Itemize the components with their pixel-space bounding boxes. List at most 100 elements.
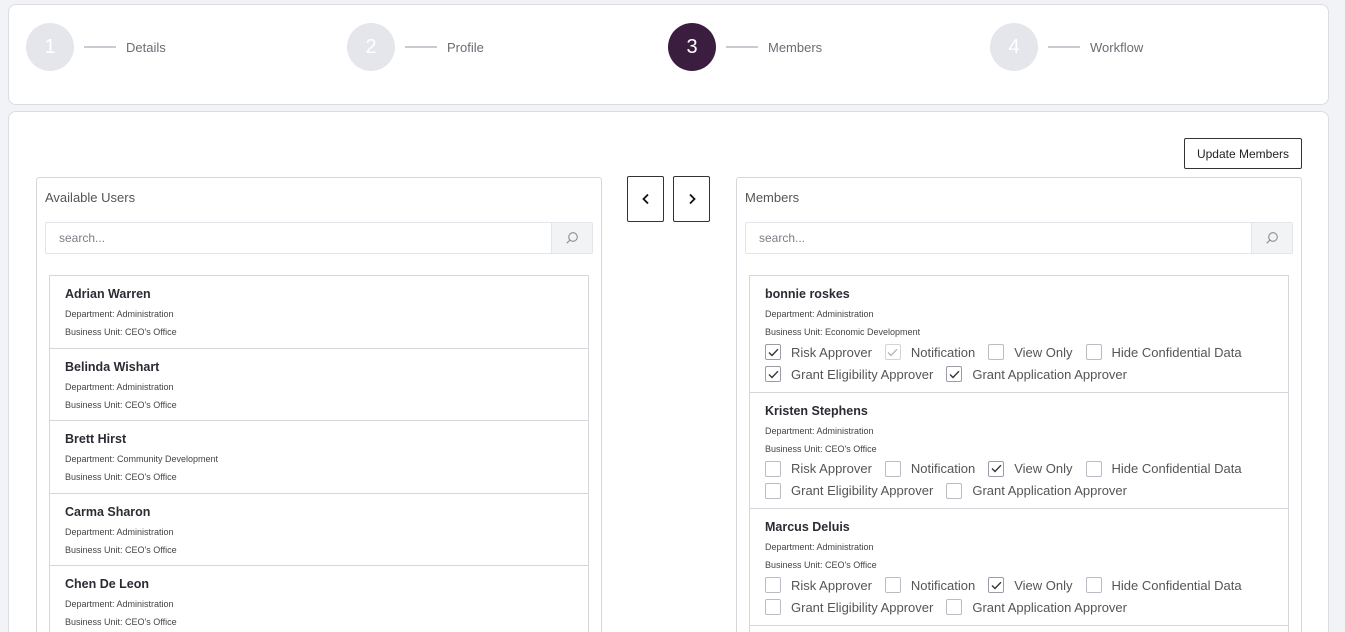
permission-row: Grant Eligibility Approver Grant Applicat…: [765, 596, 1273, 618]
permission-notification[interactable]: Notification: [884, 577, 976, 593]
permission-checkbox: [884, 344, 901, 360]
search-icon: [1266, 232, 1278, 244]
search-button[interactable]: [551, 223, 592, 253]
permission-checkbox[interactable]: [884, 577, 901, 593]
permission-row: Risk Approver Notification View Only Hide C…: [765, 458, 1273, 480]
step-members[interactable]: 3 Members: [668, 23, 822, 71]
list-item[interactable]: Marcus Deluis Department: Administration B…: [750, 509, 1288, 626]
permission-label: Grant Eligibility Approver: [791, 483, 934, 498]
check-icon: [768, 348, 779, 357]
permission-checkbox[interactable]: [946, 482, 963, 499]
member-department: Department: Administration: [765, 309, 874, 319]
list-item[interactable]: Adrian Warren Department: Administration…: [50, 276, 588, 349]
list-item[interactable]: Chen De Leon Department: Administration …: [50, 566, 588, 632]
user-business-unit: Business Unit: CEO's Office: [65, 617, 177, 627]
permission-grant-application[interactable]: Grant Application Approver: [946, 599, 1127, 615]
user-department: Department: Administration: [65, 309, 174, 319]
permission-checkbox[interactable]: [765, 599, 781, 615]
permission-label: View Only: [1014, 344, 1073, 360]
move-left-button[interactable]: [627, 176, 664, 222]
permission-hide-confidential[interactable]: Hide Confidential Data: [1085, 460, 1242, 477]
user-department: Department: Administration: [65, 599, 174, 609]
permission-row: Risk Approver Notification View Only Hide C…: [765, 341, 1273, 363]
chevron-left-icon: [641, 193, 649, 205]
permission-grant-eligibility[interactable]: Grant Eligibility Approver: [765, 366, 933, 382]
permission-checkbox[interactable]: [1085, 460, 1102, 477]
user-business-unit: Business Unit: CEO's Office: [65, 472, 177, 482]
permission-label: Grant Eligibility Approver: [791, 366, 934, 382]
step-label: Profile: [447, 39, 484, 55]
permission-notification[interactable]: Notification: [884, 344, 975, 360]
permission-view-only[interactable]: View Only: [988, 344, 1073, 360]
step-number: 2: [347, 23, 395, 71]
permission-checkbox[interactable]: [988, 577, 1005, 593]
list-item[interactable]: Carma Sharon Department: Administration …: [50, 494, 588, 566]
user-name: Chen De Leon: [65, 577, 150, 591]
step-profile[interactable]: 2 Profile: [347, 23, 484, 71]
permission-checkbox[interactable]: [1085, 344, 1102, 360]
permission-checkbox[interactable]: [765, 460, 781, 477]
permission-checkbox[interactable]: [765, 577, 781, 593]
permission-view-only[interactable]: View Only: [988, 460, 1073, 477]
permission-checkbox[interactable]: [765, 482, 781, 499]
user-department: Department: Community Development: [65, 454, 219, 464]
permission-notification[interactable]: Notification: [884, 460, 976, 477]
permission-risk[interactable]: Risk Approver: [765, 460, 872, 477]
permission-grant-eligibility[interactable]: Grant Eligibility Approver: [765, 599, 933, 615]
permission-row: Risk Approver Notification View Only Hide C…: [765, 574, 1273, 596]
permission-hide-confidential[interactable]: Hide Confidential Data: [1085, 344, 1242, 360]
panel-title: Members: [745, 190, 800, 205]
permission-checkbox[interactable]: [1085, 577, 1102, 593]
member-name: Marcus Deluis: [765, 520, 850, 534]
user-name: Brett Hirst: [65, 432, 127, 446]
permission-grant-application[interactable]: Grant Application Approver: [946, 366, 1127, 382]
list-item[interactable]: Belinda Wishart Department: Administrati…: [50, 349, 588, 421]
member-name: Kristen Stephens: [765, 403, 868, 418]
move-right-button[interactable]: [673, 176, 710, 222]
members-list[interactable]: bonnie roskes Department: Administration B…: [749, 275, 1289, 632]
update-members-button[interactable]: Update Members: [1184, 138, 1302, 169]
user-business-unit: Business Unit: CEO's Office: [65, 544, 177, 555]
permission-label: Notification: [910, 461, 976, 476]
available-search-input[interactable]: [46, 223, 551, 253]
members-panel: Members bonnie roskes Department: Adminis…: [736, 177, 1302, 632]
permission-checkbox[interactable]: [946, 599, 963, 615]
check-icon: [768, 370, 779, 379]
permission-checkbox[interactable]: [765, 344, 781, 360]
permission-label: Grant Eligibility Approver: [791, 599, 934, 615]
available-users-panel: Available Users Adrian Warren Department…: [36, 177, 602, 632]
list-item[interactable]: Kristen Stephens Department: Administrati…: [750, 393, 1288, 509]
permission-checkbox[interactable]: [946, 366, 963, 382]
members-search-input[interactable]: [746, 223, 1251, 253]
member-business-unit: Business Unit: CEO's Office: [765, 443, 877, 454]
step-label: Details: [126, 39, 166, 55]
permission-label: Notification: [910, 577, 976, 593]
permission-label: Grant Application Approver: [972, 599, 1127, 615]
permission-hide-confidential[interactable]: Hide Confidential Data: [1085, 577, 1242, 593]
search-button[interactable]: [1251, 223, 1292, 253]
list-item[interactable]: Brett Hirst Department: Community Develo…: [50, 421, 588, 494]
permission-grant-eligibility[interactable]: Grant Eligibility Approver: [765, 482, 934, 499]
user-business-unit: Business Unit: CEO's Office: [65, 399, 177, 410]
permission-checkbox[interactable]: [765, 366, 781, 382]
page-scrollbar[interactable]: [1333, 0, 1345, 632]
permission-risk[interactable]: Risk Approver: [765, 577, 872, 593]
permission-checkbox[interactable]: [884, 460, 901, 477]
permission-grant-application[interactable]: Grant Application Approver: [946, 482, 1127, 499]
wizard-stepper: 1 Details 2 Profile 3 Members 4 Workflow: [8, 4, 1329, 105]
permission-risk[interactable]: Risk Approver: [765, 344, 872, 360]
step-details[interactable]: 1 Details: [26, 23, 166, 71]
available-users-list[interactable]: Adrian Warren Department: Administration…: [49, 275, 589, 632]
check-icon: [887, 348, 898, 357]
permission-label: Grant Application Approver: [972, 483, 1127, 498]
permission-checkbox[interactable]: [988, 460, 1005, 477]
permission-view-only[interactable]: View Only: [988, 577, 1073, 593]
permission-label: Grant Application Approver: [972, 366, 1127, 382]
permission-label: Hide Confidential Data: [1111, 344, 1242, 360]
permission-row: Grant Eligibility Approver Grant Applicat…: [765, 480, 1273, 502]
step-workflow[interactable]: 4 Workflow: [990, 23, 1143, 71]
permission-checkbox[interactable]: [988, 344, 1005, 360]
list-item[interactable]: bonnie roskes Department: Administration B…: [750, 276, 1288, 393]
member-business-unit: Business Unit: Economic Development: [765, 327, 921, 337]
available-search: [45, 222, 593, 254]
